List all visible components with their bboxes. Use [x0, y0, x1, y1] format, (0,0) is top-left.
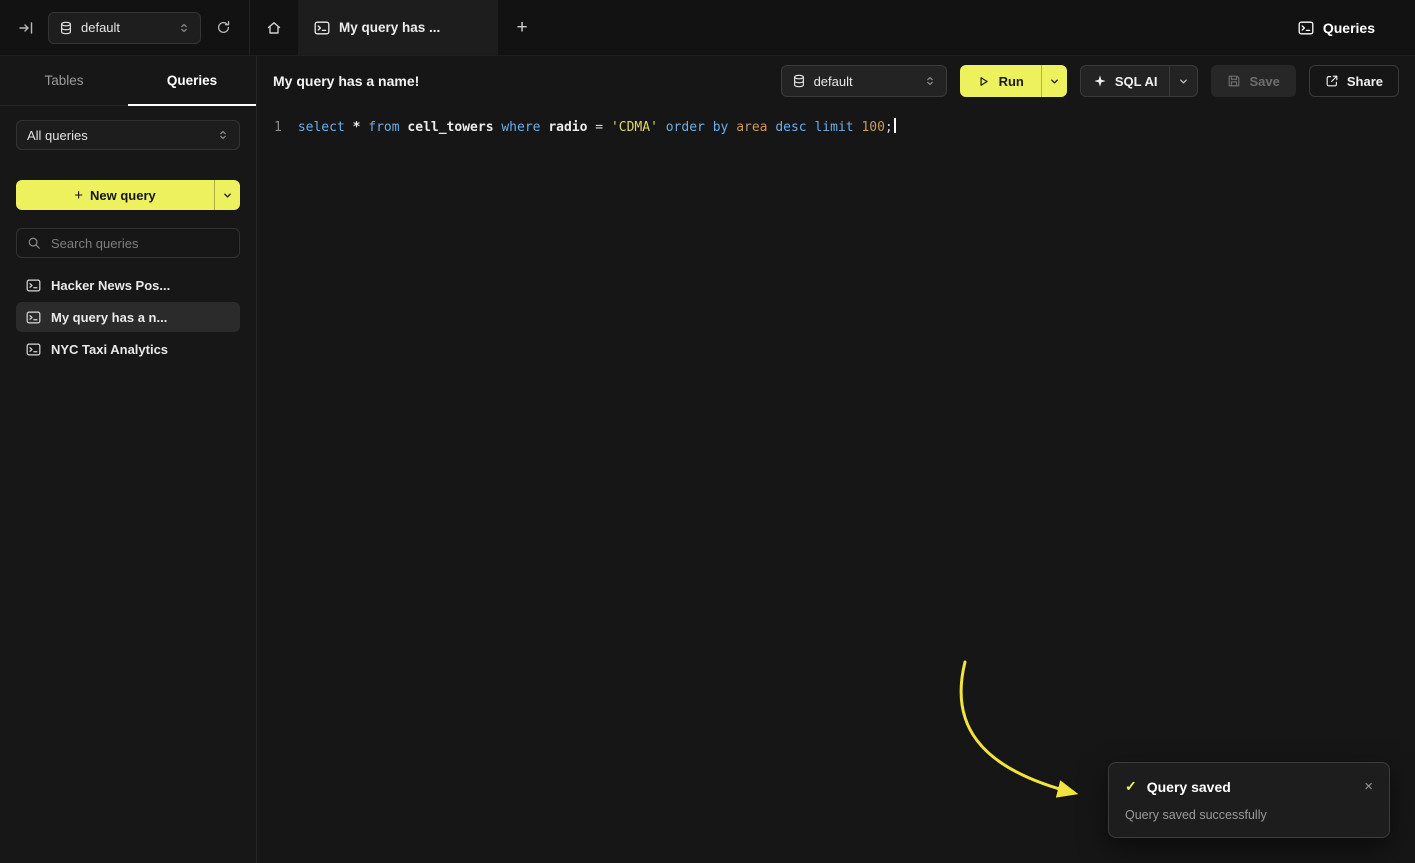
run-button[interactable]: Run [960, 65, 1041, 97]
new-query-menu-button[interactable] [214, 180, 240, 210]
check-icon: ✓ [1125, 778, 1137, 795]
query-icon [26, 311, 41, 324]
home-icon [266, 20, 282, 36]
run-label: Run [999, 74, 1024, 89]
queries-label: Queries [1323, 20, 1375, 36]
query-item-label: My query has a n... [51, 310, 167, 325]
toast-title: Query saved [1147, 779, 1355, 795]
chevron-down-icon [1049, 76, 1060, 87]
queries-indicator[interactable]: Queries [1298, 0, 1415, 55]
new-tab-button[interactable]: + [498, 0, 546, 55]
refresh-icon [216, 20, 231, 35]
save-label: Save [1249, 74, 1279, 89]
save-icon [1227, 74, 1241, 88]
editor-controls: default Run [781, 65, 1399, 97]
sql-ai-label: SQL AI [1115, 74, 1158, 89]
plus-icon: + [74, 187, 83, 204]
new-query-button[interactable]: + New query [16, 180, 214, 210]
database-icon [792, 74, 806, 88]
query-filter-value: All queries [27, 128, 217, 143]
save-button[interactable]: Save [1211, 65, 1295, 97]
query-list-item[interactable]: NYC Taxi Analytics [16, 334, 240, 364]
topbar-left: default [0, 0, 250, 55]
topbar-database-value: default [81, 20, 170, 35]
query-filter-select[interactable]: All queries [16, 120, 240, 150]
sparkle-icon [1093, 74, 1107, 88]
editor-database-value: default [814, 74, 916, 89]
run-menu-button[interactable] [1041, 65, 1067, 97]
search-queries-input[interactable] [49, 235, 229, 252]
new-query-label: New query [90, 188, 156, 203]
query-icon [314, 21, 330, 35]
tab-title: My query has ... [339, 20, 440, 35]
chevron-down-icon [1178, 76, 1189, 87]
play-icon [977, 75, 990, 88]
sidebar-tab-tables[interactable]: Tables [0, 56, 128, 105]
line-number: 1 [257, 118, 282, 863]
sql-ai-menu-button[interactable] [1169, 66, 1197, 96]
main-panel: My query has a name! default [257, 56, 1415, 863]
collapse-sidebar-icon [18, 20, 34, 36]
search-icon [27, 236, 41, 250]
query-list: Hacker News Pos... My query has a n... N… [16, 270, 240, 364]
tab-strip: My query has ... + [250, 0, 1298, 55]
topbar-database-selector[interactable]: default [48, 12, 201, 44]
chevron-down-icon [222, 190, 233, 201]
query-icon [26, 279, 41, 292]
tab-my-query[interactable]: My query has ... [298, 0, 498, 55]
home-button[interactable] [250, 0, 298, 55]
text-cursor [894, 118, 896, 133]
sql-code[interactable]: select * from cell_towers where radio = … [298, 118, 896, 863]
toast-close-button[interactable]: × [1364, 779, 1373, 794]
collapse-sidebar-button[interactable] [14, 16, 38, 40]
share-icon [1325, 74, 1339, 88]
chevron-updown-icon [924, 74, 936, 88]
sidebar-tabs: Tables Queries [0, 56, 256, 106]
toast-message: Query saved successfully [1125, 808, 1373, 822]
database-icon [59, 21, 73, 35]
query-list-item[interactable]: Hacker News Pos... [16, 270, 240, 300]
new-query-split-button: + New query [16, 180, 240, 210]
sidebar-tab-queries[interactable]: Queries [128, 56, 256, 105]
sidebar-content: All queries + New query [0, 106, 256, 364]
editor-header: My query has a name! default [257, 56, 1415, 106]
sql-editor[interactable]: 1 select * from cell_towers where radio … [257, 106, 1415, 863]
topbar: default My query has ... + Q [0, 0, 1415, 56]
sql-ai-split-button: SQL AI [1080, 65, 1199, 97]
query-icon [26, 343, 41, 356]
run-split-button: Run [960, 65, 1067, 97]
query-item-label: NYC Taxi Analytics [51, 342, 168, 357]
toast-query-saved: ✓ Query saved × Query saved successfully [1108, 762, 1390, 838]
query-title: My query has a name! [273, 73, 419, 89]
share-button[interactable]: Share [1309, 65, 1399, 97]
editor-database-selector[interactable]: default [781, 65, 947, 97]
search-queries-box [16, 228, 240, 258]
chevron-updown-icon [217, 128, 229, 142]
query-list-item[interactable]: My query has a n... [16, 302, 240, 332]
chevron-updown-icon [178, 21, 190, 35]
sidebar: Tables Queries All queries + New query [0, 56, 257, 863]
refresh-button[interactable] [211, 16, 235, 40]
queries-icon [1298, 21, 1314, 35]
sql-ai-button[interactable]: SQL AI [1081, 66, 1170, 96]
query-item-label: Hacker News Pos... [51, 278, 170, 293]
share-label: Share [1347, 74, 1383, 89]
